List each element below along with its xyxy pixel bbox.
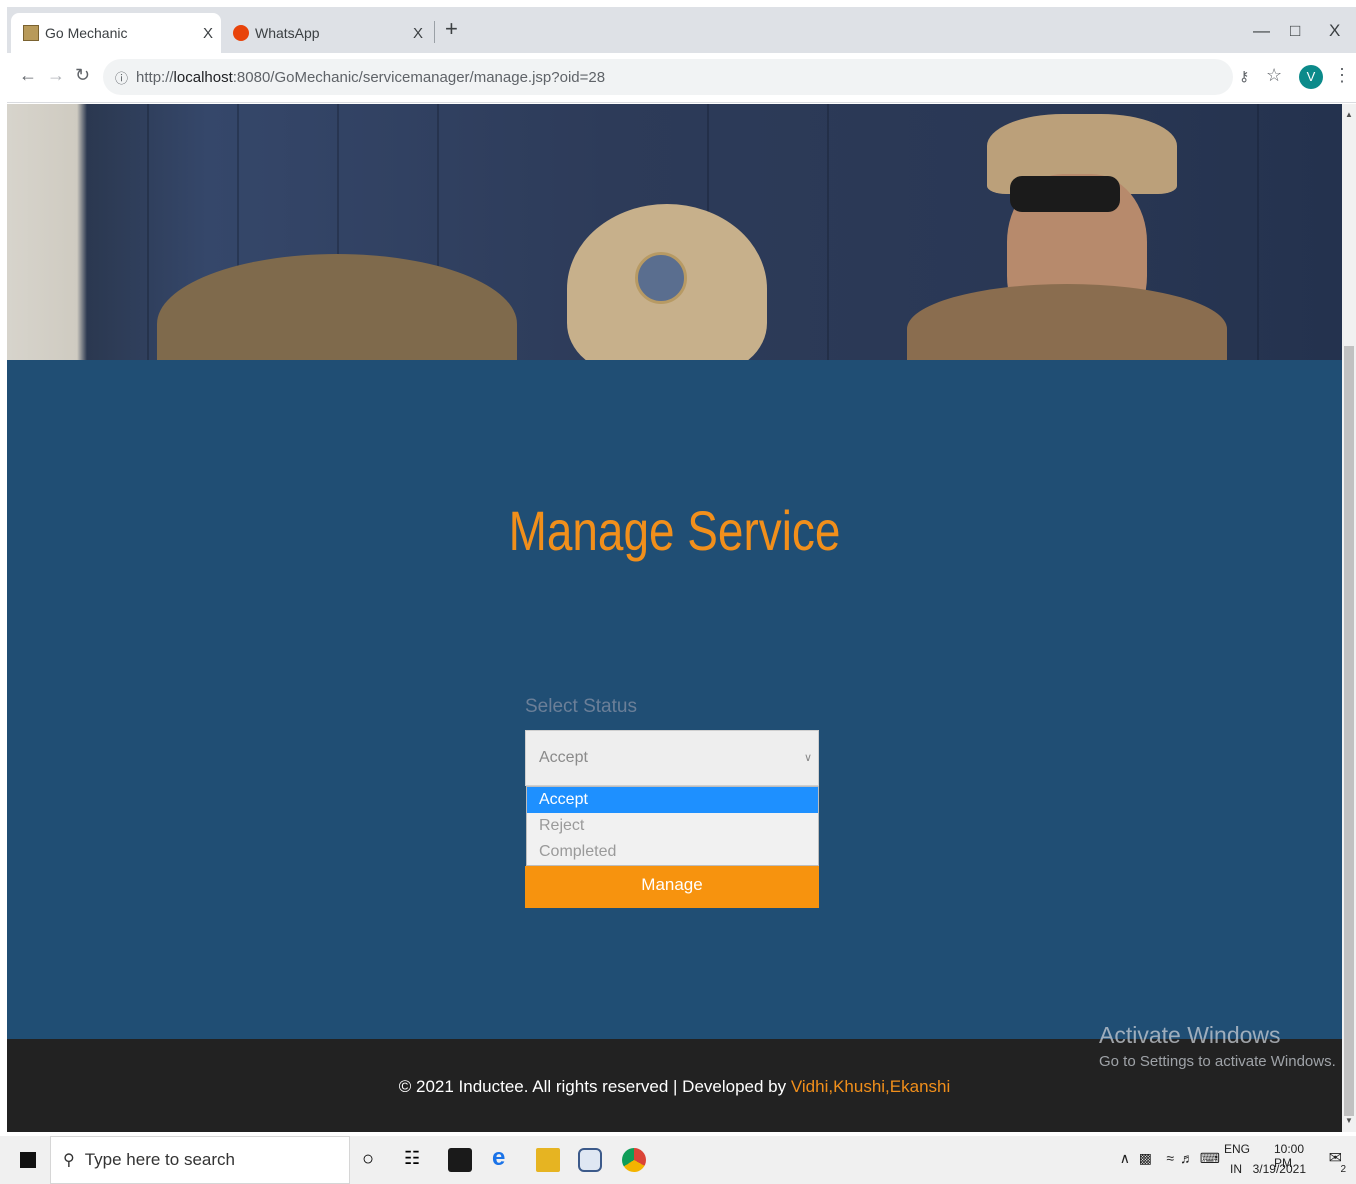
network-icon[interactable]: ▩	[1139, 1150, 1152, 1167]
edge-browser-icon[interactable]: e	[492, 1144, 516, 1171]
activate-windows-watermark: Activate Windows Go to Settings to activ…	[1099, 1022, 1336, 1070]
go-mechanic-favicon-icon	[23, 25, 39, 41]
task-view-icon[interactable]: ☷	[404, 1148, 428, 1172]
chevron-down-icon: ∨	[803, 752, 812, 764]
back-arrow-icon[interactable]: ←	[19, 65, 37, 86]
url-host: localhost	[173, 68, 233, 86]
reload-icon[interactable]: ↻	[75, 65, 90, 86]
menu-kebab-icon[interactable]: ⋮	[1333, 65, 1351, 86]
window-close-button[interactable]: X	[1329, 21, 1340, 41]
scroll-up-icon[interactable]: ▲	[1345, 110, 1353, 119]
url-path: :8080/GoMechanic/servicemanager/manage.j…	[232, 68, 606, 86]
tab-whatsapp[interactable]: WhatsApp X	[221, 13, 431, 53]
option-accept[interactable]: Accept	[527, 787, 818, 813]
new-tab-button[interactable]: +	[445, 16, 458, 42]
store-icon[interactable]	[448, 1148, 472, 1172]
page-scrollbar[interactable]: ▲ ▼	[1342, 104, 1356, 1132]
region-indicator[interactable]: IN	[1230, 1162, 1242, 1176]
tab-title: WhatsApp	[255, 25, 320, 41]
forward-arrow-icon[interactable]: →	[47, 65, 65, 86]
language-indicator[interactable]: ENG	[1224, 1142, 1250, 1156]
address-bar[interactable]: ⓘ http:// localhost :8080/GoMechanic/ser…	[103, 59, 1233, 95]
keyboard-icon[interactable]: ⌨	[1200, 1150, 1220, 1167]
hero-banner-image	[7, 104, 1342, 360]
wifi-icon[interactable]: ≈	[1166, 1150, 1174, 1166]
watermark-subtitle: Go to Settings to activate Windows.	[1099, 1053, 1336, 1070]
taskbar-search-box[interactable]: ⚲ Type here to search	[50, 1136, 350, 1184]
chrome-icon[interactable]	[622, 1148, 646, 1172]
bookmark-star-icon[interactable]: ☆	[1266, 65, 1282, 86]
watermark-title: Activate Windows	[1099, 1022, 1281, 1048]
tab-strip: Go Mechanic X WhatsApp X + — □ X	[7, 7, 1356, 53]
page-title: Manage Service	[508, 499, 841, 562]
cortana-icon[interactable]: ○	[362, 1148, 386, 1172]
status-select[interactable]: Accept ∨	[525, 730, 819, 786]
worker-shoulder-shape	[157, 254, 517, 360]
security-shield-icon[interactable]	[578, 1148, 602, 1172]
file-explorer-icon[interactable]	[536, 1148, 560, 1172]
windows-taskbar: ⚲ Type here to search ○ ☷ e ∧ ▩ ≈ ♬ ⌨ EN…	[0, 1136, 1356, 1184]
option-reject[interactable]: Reject	[527, 813, 818, 839]
whatsapp-favicon-icon	[233, 25, 249, 41]
sunglasses-shape	[1010, 176, 1120, 212]
tab-divider	[434, 21, 435, 43]
developers-link[interactable]: Vidhi,Khushi,Ekanshi	[791, 1077, 950, 1096]
close-tab-icon[interactable]: X	[413, 25, 423, 42]
search-placeholder: Type here to search	[84, 1150, 235, 1169]
notification-count: 2	[1340, 1164, 1346, 1175]
close-tab-icon[interactable]: X	[203, 25, 213, 42]
footer-text: © 2021 Inductee. All rights reserved | D…	[7, 1077, 1342, 1097]
copyright-text: © 2021 Inductee. All rights reserved | D…	[398, 1077, 791, 1096]
profile-avatar[interactable]: V	[1299, 65, 1323, 89]
search-icon: ⚲	[63, 1152, 75, 1169]
minimize-icon[interactable]: —	[1253, 21, 1270, 41]
status-dropdown-list: Accept Reject Completed	[526, 786, 819, 866]
toolbar: ← → ↻ ⓘ http:// localhost :8080/GoMechan…	[7, 53, 1356, 103]
scroll-down-icon[interactable]: ▼	[1345, 1116, 1353, 1125]
option-completed[interactable]: Completed	[527, 839, 818, 865]
hat-badge-icon	[635, 252, 687, 304]
tab-title: Go Mechanic	[45, 25, 128, 41]
worker-shoulder-shape	[907, 284, 1227, 360]
info-icon[interactable]: ⓘ	[115, 68, 128, 87]
web-page: Manage Service Select Status Accept ∨ Ac…	[7, 104, 1342, 1132]
url-scheme: http://	[136, 68, 174, 86]
main-section: Manage Service Select Status Accept ∨ Ac…	[7, 360, 1342, 1039]
windows-start-icon[interactable]	[20, 1152, 36, 1168]
chevron-up-icon[interactable]: ∧	[1120, 1150, 1130, 1167]
select-value: Accept	[539, 749, 588, 766]
volume-icon[interactable]: ♬	[1180, 1150, 1194, 1166]
manage-button[interactable]: Manage	[525, 866, 819, 908]
key-icon[interactable]: ⚷	[1239, 68, 1249, 85]
maximize-icon[interactable]: □	[1290, 21, 1300, 41]
scroll-thumb[interactable]	[1344, 346, 1354, 1116]
status-label: Select Status	[525, 696, 637, 717]
tab-go-mechanic[interactable]: Go Mechanic X	[11, 13, 221, 53]
clock-date[interactable]: 3/19/2021	[1253, 1162, 1306, 1176]
